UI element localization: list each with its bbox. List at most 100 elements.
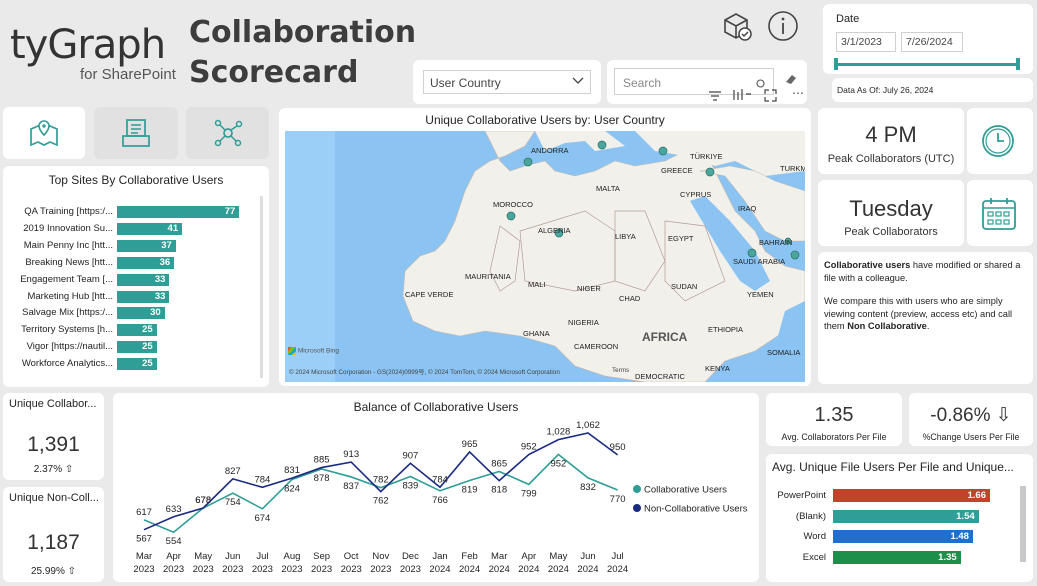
x-tick-year: 2023 — [341, 564, 362, 575]
top-site-bar[interactable]: 77 — [117, 206, 240, 218]
info-text-card: Collaborative users have modified or sha… — [818, 252, 1033, 384]
top-site-bar[interactable]: 36 — [117, 256, 175, 269]
top-site-row[interactable]: Territory Systems [h... 25 — [3, 324, 269, 337]
x-tick-year: 2023 — [311, 564, 332, 575]
x-tick-year: 2023 — [193, 564, 214, 575]
data-label: 799 — [521, 488, 537, 499]
x-tick-year: 2024 — [548, 564, 569, 575]
file-type-label: Word — [803, 531, 826, 542]
map-canvas[interactable]: ANDORRA MALTA GREECE TÜRKIYE TURKM CYPRUS MO… — [285, 131, 805, 382]
top-site-row[interactable]: Salvage Mix [https:/... 30 — [3, 307, 269, 320]
top-site-bar[interactable]: 33 — [117, 290, 170, 303]
calendar-card — [967, 180, 1033, 246]
data-label: 907 — [402, 450, 418, 461]
country-dropdown-value: User Country — [430, 76, 501, 90]
top-site-row[interactable]: QA Training [https:/... 77 — [3, 206, 269, 218]
file-users-bars: PowerPoint 1.66 (Blank) 1.54 Word 1.48 Excel 1.… — [766, 489, 1033, 579]
package-icon[interactable] — [720, 10, 754, 44]
clock-card — [967, 108, 1033, 174]
legend-label[interactable]: Collaborative Users — [644, 485, 727, 496]
date-range-slider[interactable] — [836, 63, 1019, 66]
map-terms-link[interactable]: Terms — [612, 367, 629, 374]
page-title: Collaboration Scorecard — [189, 13, 416, 93]
top-site-bar[interactable]: 33 — [117, 273, 170, 286]
top-site-bar[interactable]: 25 — [117, 358, 157, 371]
top-site-row[interactable]: Marketing Hub [htt... 33 — [3, 290, 269, 303]
svg-text:ANDORRA: ANDORRA — [531, 146, 569, 155]
start-date-input[interactable]: 3/1/2023 — [836, 32, 896, 52]
drill-icon[interactable] — [732, 88, 752, 107]
legend-marker[interactable] — [633, 504, 641, 512]
slider-handle-start[interactable] — [834, 58, 838, 70]
document-icon — [121, 117, 151, 154]
top-site-row[interactable]: Breaking News [htt... 36 — [3, 256, 269, 269]
balance-chart-card: Balance of Collaborative Users 617 554 678… — [113, 393, 759, 582]
collaborative-line[interactable] — [143, 453, 618, 534]
svg-text:CHAD: CHAD — [619, 294, 641, 303]
svg-text:MALI: MALI — [528, 280, 546, 289]
map-attribution: © 2024 Microsoft Corporation - GS(2024)0… — [289, 369, 560, 376]
svg-text:KENYA: KENYA — [705, 364, 730, 373]
data-label: 633 — [166, 504, 182, 515]
balance-line-chart: Balance of Collaborative Users 617 554 678… — [133, 400, 748, 575]
top-site-bar[interactable]: 25 — [117, 324, 157, 337]
file-type-bar[interactable]: 1.54 — [833, 509, 979, 523]
x-tick-year: 2023 — [222, 564, 243, 575]
top-site-row[interactable]: Workforce Analytics... 25 — [3, 358, 269, 371]
svg-text:CAPE VERDE: CAPE VERDE — [405, 290, 453, 299]
x-tick-month: Aug — [284, 551, 301, 562]
file-type-bar[interactable]: 1.35 — [833, 550, 961, 564]
top-site-bar[interactable]: 41 — [117, 222, 183, 235]
scrollbar[interactable] — [260, 196, 263, 378]
x-tick-month: Dec — [402, 551, 419, 562]
peak-day-label: Peak Collaborators — [844, 226, 938, 238]
top-site-bar[interactable]: 37 — [117, 239, 176, 252]
data-label: 554 — [166, 536, 182, 547]
file-type-bar[interactable]: 1.48 — [833, 530, 973, 543]
file-type-label: PowerPoint — [777, 490, 826, 501]
info-icon[interactable] — [767, 10, 799, 42]
data-as-of-card: Data As Of: July 26, 2024 — [832, 78, 1033, 102]
chevron-down-icon — [572, 74, 584, 89]
svg-text:TÜRKIYE: TÜRKIYE — [690, 152, 723, 161]
top-site-label: Main Penny Inc [htt... — [23, 239, 113, 251]
x-tick-year: 2024 — [489, 564, 510, 575]
data-as-of-text: Data As Of: July 26, 2024 — [837, 85, 934, 95]
top-site-bar[interactable]: 25 — [117, 341, 157, 354]
file-users-scrollbar[interactable] — [1020, 486, 1026, 562]
data-label: 567 — [136, 534, 152, 545]
end-date-input[interactable]: 7/26/2024 — [901, 32, 963, 52]
data-label: 865 — [491, 458, 507, 469]
x-tick-month: Feb — [461, 551, 477, 562]
nav-button-network[interactable] — [186, 107, 269, 159]
x-tick-month: Apr — [166, 551, 181, 562]
focus-mode-icon[interactable] — [764, 89, 777, 107]
svg-text:ALGERIA: ALGERIA — [538, 226, 571, 235]
top-site-row[interactable]: Main Penny Inc [htt... 37 — [3, 239, 269, 252]
filter-icon[interactable] — [708, 89, 722, 107]
nav-button-map[interactable] — [3, 107, 85, 159]
top-site-row[interactable]: Vigor [https://nautil... 25 — [3, 341, 269, 354]
nav-button-document[interactable] — [94, 107, 178, 159]
data-label: 831 — [284, 465, 300, 476]
top-site-row[interactable]: 2019 Innovation Su... 41 — [3, 222, 269, 235]
x-tick-month: Mar — [136, 551, 152, 562]
file-type-bar[interactable]: 1.66 — [833, 489, 990, 502]
peak-day-card: Tuesday Peak Collaborators — [818, 180, 964, 246]
top-sites-card: Top Sites By Collaborative Users QA Trai… — [3, 166, 269, 387]
slider-handle-end[interactable] — [1016, 58, 1020, 70]
svg-text:YEMEN: YEMEN — [747, 290, 774, 299]
country-filter-card: User Country — [413, 60, 601, 104]
svg-text:LIBYA: LIBYA — [615, 232, 636, 241]
more-options-icon[interactable]: ⋯ — [792, 86, 804, 100]
data-label: 1,062 — [576, 420, 600, 431]
bing-icon — [288, 347, 296, 355]
legend-label[interactable]: Non-Collaborative Users — [644, 504, 748, 515]
data-label: 784 — [254, 474, 270, 485]
legend-marker[interactable] — [633, 485, 641, 493]
top-site-bar[interactable]: 30 — [117, 307, 165, 320]
unique-noncollab-card: Unique Non-Coll... 1,187 25.99% ⇧ — [3, 487, 104, 582]
top-site-row[interactable]: Engagement Team [... 33 — [3, 273, 269, 286]
country-dropdown[interactable]: User Country — [423, 70, 591, 94]
svg-text:NIGERIA: NIGERIA — [568, 318, 599, 327]
